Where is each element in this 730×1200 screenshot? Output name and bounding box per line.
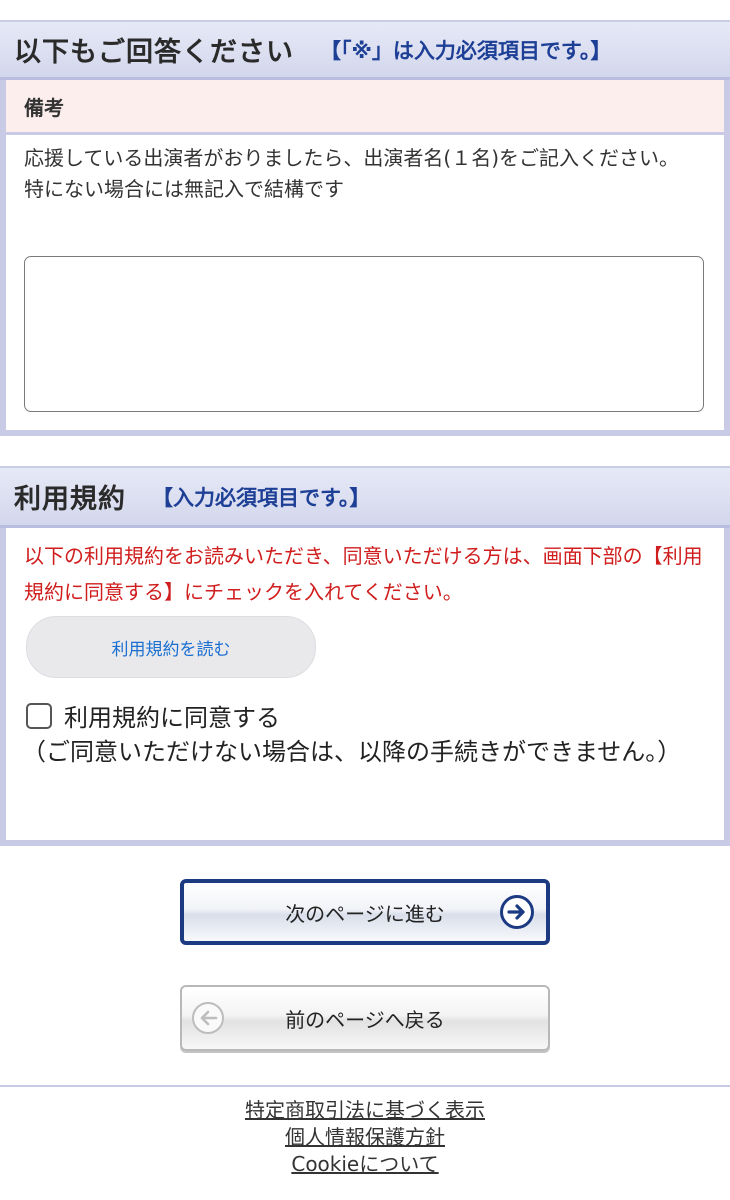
remarks-panel: 備考 応援している出演者がおりましたら、出演者名(１名)をご記入ください。 特に…	[0, 80, 730, 436]
remarks-description: 応援している出演者がおりましたら、出演者名(１名)をご記入ください。 特にない場…	[6, 135, 724, 205]
agree-terms-row[interactable]: 利用規約に同意する	[26, 698, 280, 733]
remarks-textarea[interactable]	[24, 256, 704, 412]
terms-section-title: 利用規約	[14, 484, 126, 515]
survey-section-header: 以下もご回答ください 【「※」は入力必須項目です。】	[0, 20, 730, 80]
agree-terms-note: （ご同意いただけない場合は、以降の手続きができません。）	[22, 738, 682, 766]
next-page-label: 次のページに進む	[285, 901, 445, 926]
terms-panel: 以下の利用規約をお読みいただき、同意いただける方は、画面下部の【利用規約に同意す…	[0, 528, 730, 846]
remarks-description-line2: 特にない場合には無記入で結構です	[24, 177, 344, 201]
remarks-description-line1: 応援している出演者がおりましたら、出演者名(１名)をご記入ください。	[24, 146, 680, 170]
arrow-left-circle-icon	[192, 1002, 224, 1034]
arrow-right-circle-icon	[500, 895, 534, 929]
read-terms-button[interactable]: 利用規約を読む	[26, 616, 316, 678]
top-strip	[0, 0, 730, 20]
remarks-label: 備考	[24, 95, 64, 120]
agree-terms-checkbox[interactable]	[26, 702, 52, 729]
remarks-label-bar: 備考	[6, 80, 724, 135]
required-fields-note: 【「※」は入力必須項目です。】	[320, 38, 612, 63]
terms-warning-text: 以下の利用規約をお読みいただき、同意いただける方は、画面下部の【利用規約に同意す…	[24, 544, 703, 604]
agree-terms-label[interactable]: 利用規約に同意する	[64, 698, 280, 733]
next-page-button[interactable]: 次のページに進む	[180, 879, 550, 945]
terms-panel-body: 以下の利用規約をお読みいただき、同意いただける方は、画面下部の【利用規約に同意す…	[6, 528, 724, 840]
previous-page-label: 前のページへ戻る	[285, 1007, 445, 1032]
terms-required-note: 【入力必須項目です。】	[152, 485, 371, 510]
remarks-panel-body: 備考 応援している出演者がおりましたら、出演者名(１名)をご記入ください。 特に…	[6, 80, 724, 430]
previous-page-button[interactable]: 前のページへ戻る	[180, 985, 550, 1051]
terms-section-header: 利用規約 【入力必須項目です。】	[0, 466, 730, 528]
footer-link-cookie[interactable]: Cookieについて	[0, 1151, 730, 1178]
footer-link-commercial-transactions[interactable]: 特定商取引法に基づく表示	[0, 1097, 730, 1124]
survey-section-title: 以下もご回答ください	[14, 37, 294, 68]
footer-link-privacy-policy[interactable]: 個人情報保護方針	[0, 1124, 730, 1151]
footer-divider	[0, 1085, 730, 1087]
footer-links: 特定商取引法に基づく表示 個人情報保護方針 Cookieについて	[0, 1097, 730, 1178]
